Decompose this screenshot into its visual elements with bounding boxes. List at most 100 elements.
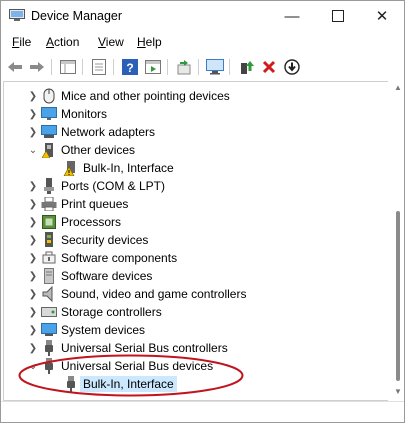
tree-item-label: Security devices [61, 233, 149, 247]
help-button[interactable]: ? [120, 58, 140, 76]
menu-file[interactable]: File [12, 35, 31, 49]
expand-chevron-icon[interactable]: ❯ [25, 253, 41, 264]
tree-item-security-devices[interactable]: ❯ Security devices [25, 231, 148, 249]
expand-chevron-icon[interactable]: ❯ [25, 271, 41, 282]
forward-button[interactable] [27, 58, 47, 76]
expand-chevron-icon[interactable]: ❯ [25, 307, 41, 318]
tree-item-bulk-in-interface-unknown[interactable]: Bulk-In, Interface [63, 159, 174, 177]
sound-icon [41, 286, 57, 302]
scan-hardware-icon [206, 59, 224, 75]
download-arrow-icon [284, 59, 300, 75]
tree-item-sound-video-game[interactable]: ❯ Sound, video and game controllers [25, 285, 246, 303]
system-icon [41, 322, 57, 338]
back-arrow-icon [8, 62, 22, 72]
update-driver-icon [241, 61, 254, 74]
tree-item-label: Bulk-In, Interface [83, 161, 174, 175]
tree-item-storage-controllers[interactable]: ❯ Storage controllers [25, 303, 162, 321]
printer-icon [41, 196, 57, 212]
uninstall-device-button[interactable] [259, 58, 279, 76]
menu-help[interactable]: Help [137, 35, 162, 49]
tree-item-label: Universal Serial Bus controllers [61, 341, 228, 355]
usb-icon [41, 358, 57, 374]
tree-item-label: Network adapters [61, 125, 156, 139]
action-pane-icon [145, 60, 161, 74]
port-icon [41, 178, 57, 194]
tree-item-label: Bulk-In, Interface [80, 376, 177, 392]
expand-chevron-icon[interactable]: ❯ [25, 127, 41, 138]
tree-item-software-devices[interactable]: ❯ Software devices [25, 267, 152, 285]
tree-item-label: Monitors [61, 107, 108, 121]
software-component-icon [41, 250, 57, 266]
menu-bar: File Action View Help [1, 32, 404, 54]
other-devices-icon [41, 142, 57, 158]
tree-item-processors[interactable]: ❯ Processors [25, 213, 121, 231]
expand-chevron-icon[interactable]: ❯ [25, 217, 41, 228]
usb-device-icon [63, 376, 79, 392]
expand-chevron-icon[interactable]: ❯ [25, 91, 41, 102]
tree-item-monitors[interactable]: ❯ Monitors [25, 105, 107, 123]
minimize-button[interactable]: — [269, 1, 315, 31]
refresh-button[interactable] [174, 58, 194, 76]
maximize-button[interactable] [315, 1, 361, 31]
expand-chevron-icon[interactable]: ❯ [25, 109, 41, 120]
menu-action[interactable]: Action [46, 35, 79, 49]
tree-item-mice[interactable]: ❯ Mice and other pointing devices [25, 87, 230, 105]
uninstall-x-icon [262, 60, 276, 74]
collapse-chevron-icon[interactable]: ⌄ [25, 361, 41, 372]
tree-item-label: Software components [61, 251, 178, 265]
disable-device-button[interactable] [282, 58, 302, 76]
tree-item-label: Other devices [61, 143, 136, 157]
maximize-icon [332, 10, 344, 22]
monitor-icon [41, 106, 57, 122]
tree-item-label: Processors [61, 215, 122, 229]
mouse-icon [41, 88, 57, 104]
processor-icon [41, 214, 57, 230]
tree-item-label: Universal Serial Bus devices [61, 359, 214, 373]
tree-item-label: Ports (COM & LPT) [61, 179, 166, 193]
security-icon [41, 232, 57, 248]
help-icon: ? [122, 59, 138, 75]
back-button[interactable] [5, 58, 25, 76]
tree-item-label: System devices [61, 323, 146, 337]
tree-item-label: Mice and other pointing devices [61, 89, 230, 103]
storage-icon [41, 304, 57, 320]
warning-device-icon [63, 160, 79, 176]
expand-chevron-icon[interactable]: ❯ [25, 343, 41, 354]
properties-button[interactable] [89, 58, 109, 76]
scroll-down-arrow-icon[interactable]: ▼ [394, 387, 402, 396]
expand-chevron-icon[interactable]: ❯ [25, 181, 41, 192]
tree-item-system-devices[interactable]: ❯ System devices [25, 321, 145, 339]
tree-item-ports[interactable]: ❯ Ports (COM & LPT) [25, 177, 165, 195]
expand-chevron-icon[interactable]: ❯ [25, 289, 41, 300]
scrollbar-thumb[interactable] [396, 211, 400, 381]
vertical-scrollbar[interactable]: ▲ ▼ [391, 81, 404, 399]
software-device-icon [41, 268, 57, 284]
update-driver-button[interactable] [237, 58, 257, 76]
usb-icon [41, 340, 57, 356]
tree-item-label: Storage controllers [61, 305, 162, 319]
tree-item-usb-controllers[interactable]: ❯ Universal Serial Bus controllers [25, 339, 228, 357]
expand-chevron-icon[interactable]: ❯ [25, 199, 41, 210]
tree-item-other-devices[interactable]: ⌄ Other devices [25, 141, 135, 159]
tree-item-label: Sound, video and game controllers [61, 287, 247, 301]
tree-item-usb-devices[interactable]: ⌄ Universal Serial Bus devices [25, 357, 213, 375]
device-tree[interactable]: ❯ Mice and other pointing devices ❯ Moni… [3, 81, 388, 401]
forward-arrow-icon [30, 62, 44, 72]
expand-chevron-icon[interactable]: ❯ [25, 325, 41, 336]
title-bar[interactable]: Device Manager — ✕ [1, 1, 404, 31]
close-button[interactable]: ✕ [359, 1, 405, 31]
scroll-up-arrow-icon[interactable]: ▲ [394, 83, 402, 92]
tree-item-bulk-in-interface-usb[interactable]: Bulk-In, Interface [63, 375, 177, 393]
action-pane-button[interactable] [143, 58, 163, 76]
console-tree-icon [60, 60, 76, 74]
menu-view[interactable]: View [98, 35, 124, 49]
collapse-chevron-icon[interactable]: ⌄ [25, 145, 41, 156]
tree-item-network-adapters[interactable]: ❯ Network adapters [25, 123, 155, 141]
expand-chevron-icon[interactable]: ❯ [25, 235, 41, 246]
tree-item-print-queues[interactable]: ❯ Print queues [25, 195, 128, 213]
scan-hardware-button[interactable] [205, 58, 225, 76]
minimize-icon: — [284, 7, 300, 25]
tree-item-software-components[interactable]: ❯ Software components [25, 249, 177, 267]
show-hide-tree-button[interactable] [58, 58, 78, 76]
properties-icon [92, 59, 106, 75]
